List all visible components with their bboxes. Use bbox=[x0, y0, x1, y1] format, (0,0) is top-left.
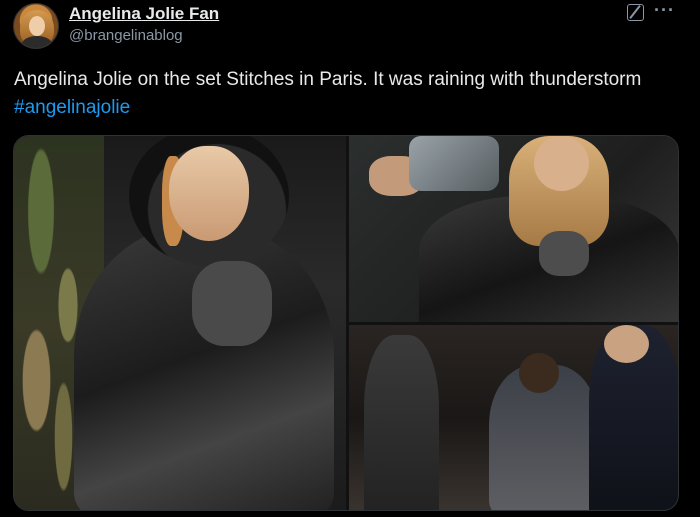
post-text: Angelina Jolie on the set Stitches in Pa… bbox=[14, 66, 684, 122]
more-icon[interactable]: ··· bbox=[654, 0, 675, 21]
post-body-text: Angelina Jolie on the set Stitches in Pa… bbox=[14, 69, 642, 90]
grok-icon[interactable] bbox=[627, 4, 644, 21]
author-name[interactable]: Angelina Jolie Fan bbox=[69, 4, 219, 24]
hashtag-link[interactable]: #angelinajolie bbox=[14, 97, 130, 118]
author-handle[interactable]: @brangelinablog bbox=[69, 27, 183, 44]
avatar[interactable] bbox=[13, 3, 59, 49]
photo-3[interactable] bbox=[349, 325, 678, 510]
photo-1[interactable] bbox=[14, 136, 346, 510]
tweet-post: Angelina Jolie Fan @brangelinablog ··· A… bbox=[0, 0, 700, 517]
photo-2[interactable] bbox=[349, 136, 678, 322]
media-grid bbox=[13, 135, 679, 511]
